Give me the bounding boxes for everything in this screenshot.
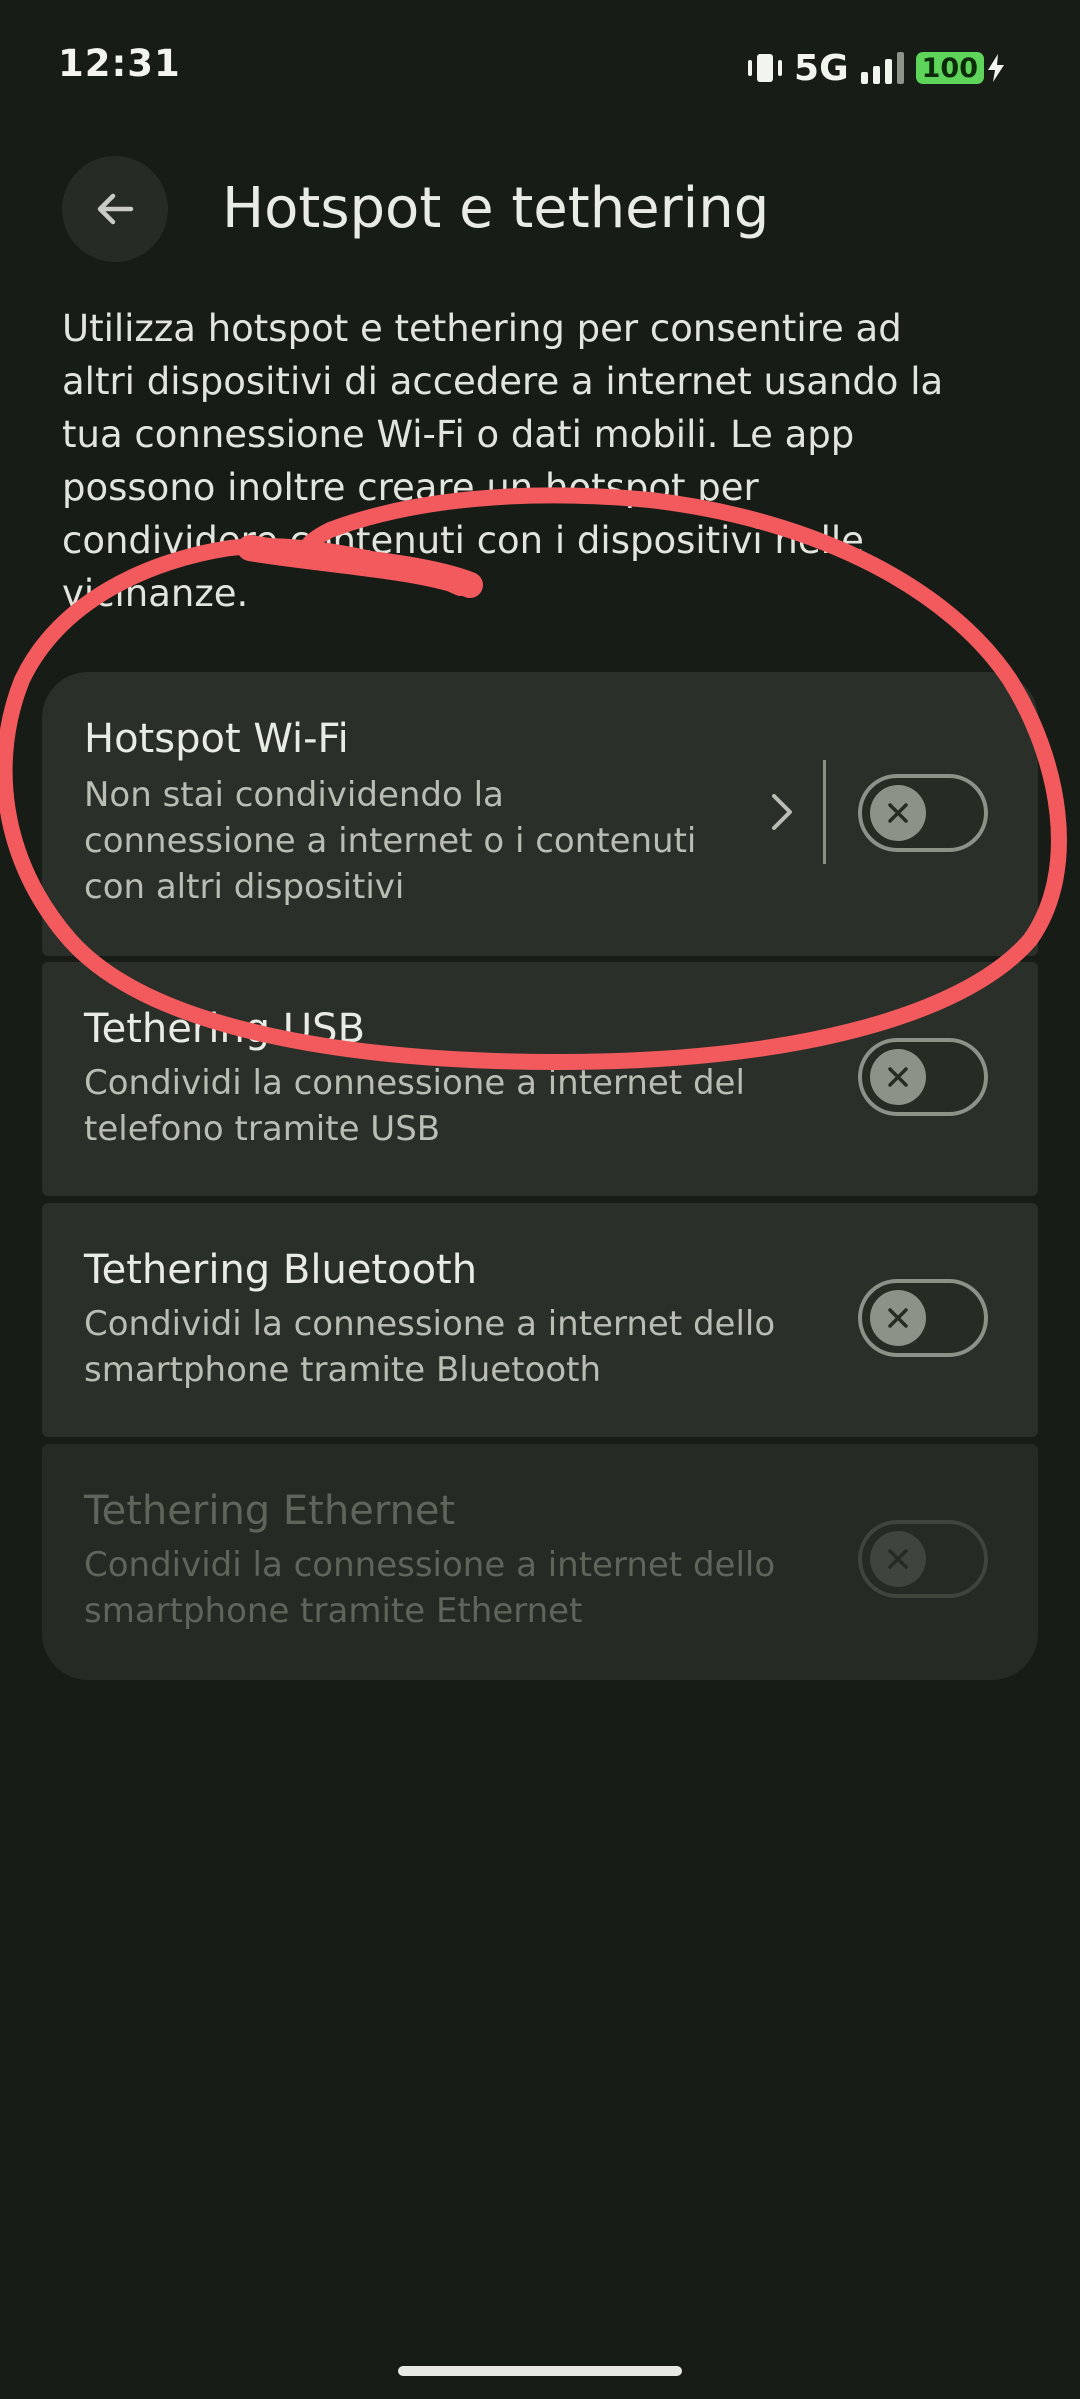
charging-bolt-icon (988, 54, 1004, 82)
tethering-ethernet-item: Tethering Ethernet Condividi la connessi… (42, 1444, 1038, 1680)
divider (823, 760, 826, 864)
toggle-knob (870, 1290, 926, 1346)
home-indicator[interactable] (398, 2366, 682, 2376)
battery-icon: 100 (915, 52, 1006, 84)
item-title: Tethering Bluetooth (84, 1247, 478, 1293)
vibrate-icon (748, 52, 783, 84)
tethering-ethernet-toggle (858, 1520, 988, 1598)
close-icon (888, 803, 908, 823)
item-title: Tethering USB (84, 1006, 366, 1052)
toggle-knob (870, 785, 926, 841)
page-description: Utilizza hotspot e tethering per consent… (62, 307, 944, 615)
chevron-right-icon[interactable] (762, 784, 802, 840)
status-bar: 12:31 5G 100 (0, 0, 1080, 130)
item-title: Tethering Ethernet (84, 1488, 456, 1534)
hotspot-wifi-toggle[interactable] (858, 774, 988, 852)
close-icon (888, 1549, 908, 1569)
item-title: Hotspot Wi-Fi (84, 716, 349, 762)
status-icons: 5G 100 (748, 46, 1006, 90)
toggle-knob (870, 1049, 926, 1105)
close-icon (888, 1067, 908, 1087)
arrow-left-icon (97, 193, 134, 225)
item-subtitle: Condividi la connessione a internet del … (84, 1063, 745, 1149)
battery-level: 100 (915, 52, 984, 84)
close-icon (888, 1308, 908, 1328)
network-type-label: 5G (794, 47, 849, 89)
tethering-usb-toggle[interactable] (858, 1038, 988, 1116)
item-subtitle: Non stai condividendo la connessione a i… (84, 775, 697, 907)
status-time: 12:31 (58, 42, 181, 85)
page-title: Hotspot e tethering (222, 176, 770, 241)
tethering-bluetooth-item[interactable]: Tethering Bluetooth Condividi la conness… (42, 1203, 1038, 1437)
item-subtitle: Condividi la connessione a internet dell… (84, 1304, 776, 1390)
back-button[interactable] (62, 156, 168, 262)
tethering-bluetooth-toggle[interactable] (858, 1279, 988, 1357)
signal-icon (860, 52, 904, 84)
toggle-knob (870, 1531, 926, 1587)
hotspot-wifi-item[interactable]: Hotspot Wi-Fi Non stai condividendo la c… (42, 672, 1038, 956)
tethering-usb-item[interactable]: Tethering USB Condividi la connessione a… (42, 962, 1038, 1196)
item-subtitle: Condividi la connessione a internet dell… (84, 1545, 776, 1631)
